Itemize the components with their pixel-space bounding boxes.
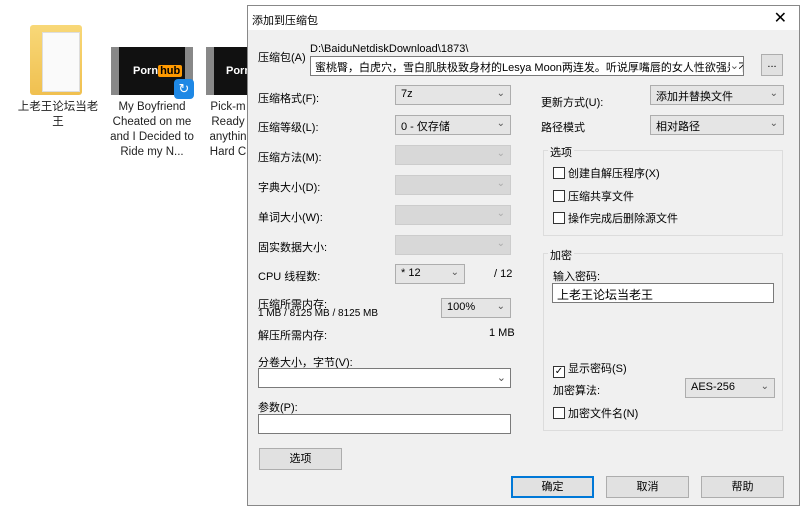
enc-method-select[interactable]: AES-256 ⌄ bbox=[685, 378, 775, 398]
dialog-title: 添加到压缩包 bbox=[252, 15, 318, 27]
password-label: 输入密码: bbox=[553, 271, 601, 283]
level-label: 压缩等级(L): bbox=[258, 122, 319, 134]
chevron-down-icon: ⌄ bbox=[450, 267, 459, 278]
update-select[interactable]: 添加并替换文件 ⌄ bbox=[650, 85, 784, 105]
video-label: Pick-m Ready anythin Hard C bbox=[209, 101, 247, 158]
update-label: 更新方式(U): bbox=[541, 97, 604, 109]
encrypt-names-checkbox[interactable]: 加密文件名(N) bbox=[553, 405, 638, 421]
word-label: 单词大小(W): bbox=[258, 212, 323, 224]
params-label: 参数(P): bbox=[258, 402, 298, 414]
format-select[interactable]: 7z ⌄ bbox=[395, 85, 511, 105]
folder-papers bbox=[42, 32, 80, 92]
help-button[interactable]: 帮助 bbox=[701, 476, 784, 498]
word-select: ⌄ bbox=[395, 205, 511, 225]
add-to-archive-dialog: 添加到压缩包 ✕ 压缩包(A) D:\BaiduNetdiskDownload\… bbox=[247, 5, 800, 506]
options-button[interactable]: 选项 bbox=[259, 448, 342, 470]
chevron-down-icon: ⌄ bbox=[496, 88, 505, 99]
chevron-down-icon: ⌄ bbox=[496, 118, 505, 129]
delete-source-checkbox[interactable]: 操作完成后删除源文件 bbox=[553, 210, 678, 226]
params-input[interactable] bbox=[258, 414, 511, 434]
mem-pct-select[interactable]: 100% ⌄ bbox=[441, 298, 511, 318]
cpu-label: CPU 线程数: bbox=[258, 271, 321, 283]
sync-badge-icon: ↻ bbox=[174, 79, 194, 99]
chevron-down-icon: ⌄ bbox=[769, 118, 778, 129]
dmem-value: 1 MB bbox=[489, 327, 515, 339]
archive-label: 压缩包(A) bbox=[258, 52, 306, 64]
archive-path: D:\BaiduNetdiskDownload\1873\ bbox=[310, 43, 469, 55]
path-label: 路径模式 bbox=[541, 122, 585, 134]
cancel-button[interactable]: 取消 bbox=[606, 476, 689, 498]
format-label: 压缩格式(F): bbox=[258, 93, 320, 105]
level-select[interactable]: 0 - 仅存储 ⌄ bbox=[395, 115, 511, 135]
split-combo[interactable]: ⌄ bbox=[258, 368, 511, 388]
cpu-max: / 12 bbox=[494, 268, 513, 280]
chevron-down-icon: ⌄ bbox=[760, 381, 769, 392]
cpu-select[interactable]: * 12 ⌄ bbox=[395, 264, 465, 284]
password-input[interactable]: 上老王论坛当老王 bbox=[552, 283, 774, 303]
ok-button[interactable]: 确定 bbox=[511, 476, 594, 498]
dict-select: ⌄ bbox=[395, 175, 511, 195]
method-label: 压缩方法(M): bbox=[258, 152, 322, 164]
mem-value: 1 MB / 8125 MB / 8125 MB bbox=[258, 308, 379, 319]
dmem-label: 解压所需内存: bbox=[258, 330, 328, 342]
encryption-group-title: 加密 bbox=[548, 247, 574, 263]
dict-label: 字典大小(D): bbox=[258, 182, 321, 194]
title-bar[interactable]: 添加到压缩包 ✕ bbox=[248, 6, 799, 30]
method-select: ⌄ bbox=[395, 145, 511, 165]
close-icon[interactable]: ✕ bbox=[774, 8, 787, 28]
options-group-title: 选项 bbox=[548, 144, 574, 160]
path-select[interactable]: 相对路径 ⌄ bbox=[650, 115, 784, 135]
chevron-down-icon: ⌄ bbox=[769, 88, 778, 99]
shared-checkbox[interactable]: 压缩共享文件 bbox=[553, 188, 634, 204]
chevron-down-icon: ⌄ bbox=[496, 301, 505, 312]
folder-label: 上老王论坛当老王 bbox=[17, 101, 99, 128]
sfx-checkbox[interactable]: 创建自解压程序(X) bbox=[553, 165, 660, 181]
browse-button[interactable]: ... bbox=[761, 54, 783, 76]
video-label: My Boyfriend Cheated on me and I Decided… bbox=[110, 101, 194, 158]
archive-name-combo[interactable]: 蜜桃臀，白虎穴，雪白肌肤极致身材的Lesya Moon两连发。听说厚嘴唇的女人性… bbox=[310, 56, 744, 76]
solid-select: ⌄ bbox=[395, 235, 511, 255]
show-password-checkbox[interactable]: ✓ 显示密码(S) bbox=[553, 360, 627, 378]
enc-method-label: 加密算法: bbox=[553, 385, 601, 397]
solid-label: 固实数据大小: bbox=[258, 242, 328, 254]
